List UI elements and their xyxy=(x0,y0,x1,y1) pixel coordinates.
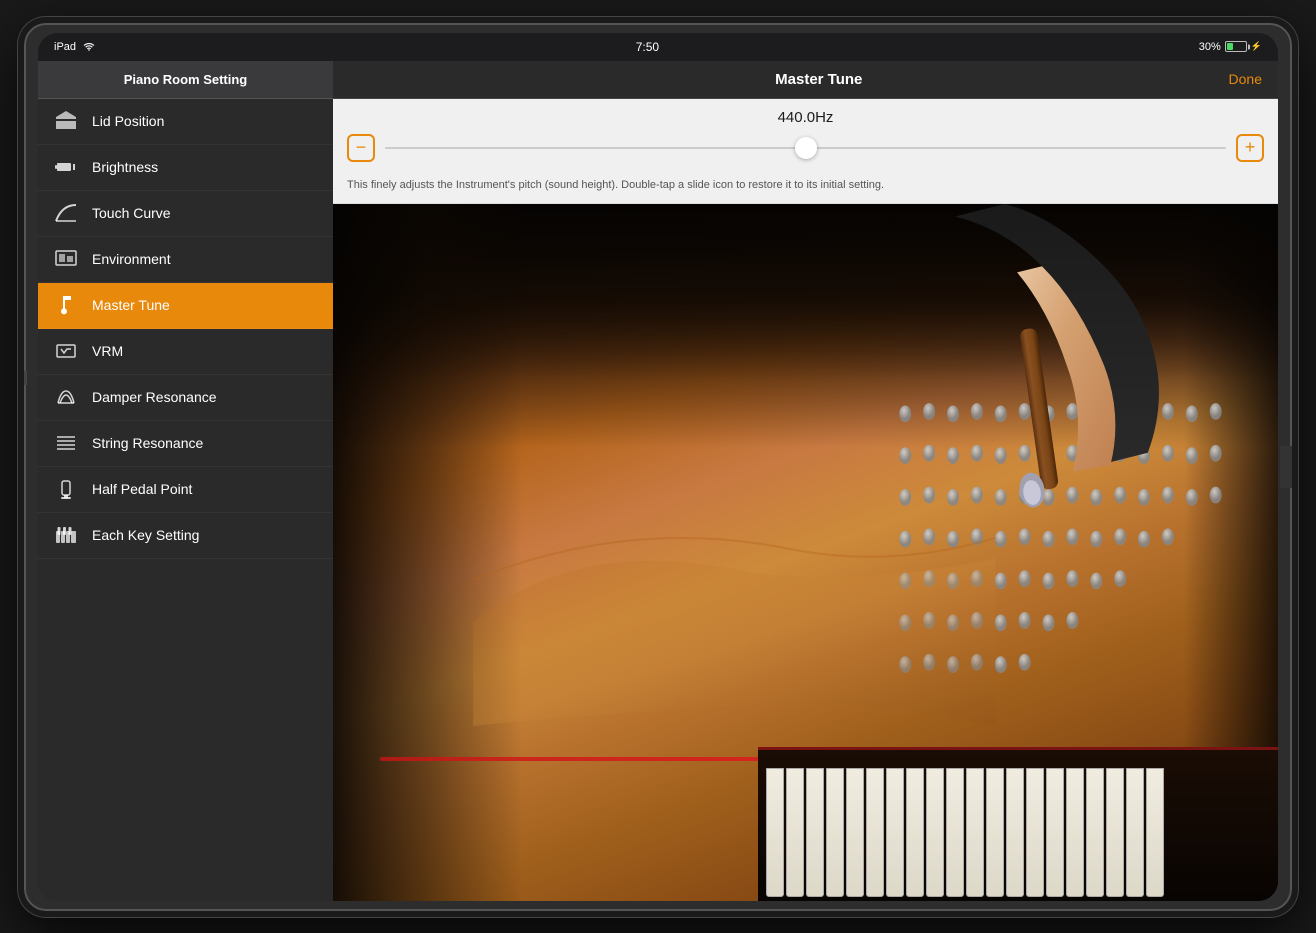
sidebar-item-damper-resonance[interactable]: Damper Resonance xyxy=(38,375,333,421)
status-bar: iPad 7:50 30% ⚡ xyxy=(38,33,1278,61)
battery-icon xyxy=(1225,41,1247,52)
white-key xyxy=(1066,768,1084,897)
master-tune-label: Master Tune xyxy=(92,297,170,313)
white-key xyxy=(986,768,1004,897)
sidebar-item-master-tune[interactable]: Master Tune xyxy=(38,283,333,329)
white-key xyxy=(946,768,964,897)
white-key xyxy=(806,768,824,897)
string-resonance-icon xyxy=(54,431,78,455)
white-key xyxy=(906,768,924,897)
white-key xyxy=(1086,768,1104,897)
white-key xyxy=(766,768,784,897)
sidebar: Piano Room Setting Lid Position xyxy=(38,61,333,901)
white-key xyxy=(846,768,864,897)
environment-label: Environment xyxy=(92,251,171,267)
white-key xyxy=(866,768,884,897)
white-key xyxy=(1106,768,1124,897)
slider-container[interactable] xyxy=(385,138,1226,158)
each-key-setting-icon xyxy=(54,523,78,547)
main-content: Master Tune Done 440.0Hz − + xyxy=(333,61,1278,901)
status-right: 30% ⚡ xyxy=(1199,41,1262,53)
status-left: iPad xyxy=(54,41,96,53)
sidebar-item-vrm[interactable]: VRM xyxy=(38,329,333,375)
status-time: 7:50 xyxy=(636,40,659,54)
piano-keys-container xyxy=(766,750,1164,900)
lid-position-label: Lid Position xyxy=(92,113,164,129)
minus-button[interactable]: − xyxy=(347,134,375,162)
hand-svg xyxy=(853,204,1231,552)
piano-background xyxy=(333,204,1278,901)
side-button[interactable] xyxy=(22,371,27,385)
brightness-icon xyxy=(54,155,78,179)
damper-resonance-icon xyxy=(54,385,78,409)
top-bar: Master Tune Done xyxy=(333,61,1278,99)
plus-button[interactable]: + xyxy=(1236,134,1264,162)
main-title: Master Tune xyxy=(409,71,1229,88)
ipad-screen: iPad 7:50 30% ⚡ Piano Room Setting xyxy=(38,33,1278,901)
white-key xyxy=(966,768,984,897)
touch-curve-icon xyxy=(54,201,78,225)
white-key xyxy=(1026,768,1044,897)
damper-resonance-label: Damper Resonance xyxy=(92,389,217,405)
piano-image-area xyxy=(333,204,1278,901)
ipad-frame: iPad 7:50 30% ⚡ Piano Room Setting xyxy=(18,17,1298,917)
sidebar-item-each-key-setting[interactable]: Each Key Setting xyxy=(38,513,333,559)
tune-value-label: 440.0Hz xyxy=(347,109,1264,126)
app-container: Piano Room Setting Lid Position xyxy=(38,61,1278,901)
half-pedal-point-label: Half Pedal Point xyxy=(92,481,192,497)
tune-area: 440.0Hz − + xyxy=(333,99,1278,172)
environment-icon xyxy=(54,247,78,271)
white-key xyxy=(1046,768,1064,897)
home-button[interactable] xyxy=(1280,446,1294,488)
white-key xyxy=(786,768,804,897)
sidebar-item-string-resonance[interactable]: String Resonance xyxy=(38,421,333,467)
sidebar-title: Piano Room Setting xyxy=(124,72,248,87)
wifi-icon xyxy=(82,42,96,52)
sidebar-item-lid-position[interactable]: Lid Position xyxy=(38,99,333,145)
slider-row: − + xyxy=(347,134,1264,162)
master-tune-icon xyxy=(54,293,78,317)
white-key xyxy=(1146,768,1164,897)
brightness-label: Brightness xyxy=(92,159,158,175)
white-key xyxy=(886,768,904,897)
vrm-icon xyxy=(54,339,78,363)
battery-fill xyxy=(1227,43,1233,50)
white-key xyxy=(926,768,944,897)
piano-keys xyxy=(758,747,1278,900)
white-key xyxy=(1126,768,1144,897)
lid-position-icon xyxy=(54,109,78,133)
battery-percent-label: 30% xyxy=(1199,41,1221,53)
white-key xyxy=(826,768,844,897)
white-key xyxy=(1006,768,1024,897)
sidebar-item-touch-curve[interactable]: Touch Curve xyxy=(38,191,333,237)
sidebar-item-half-pedal-point[interactable]: Half Pedal Point xyxy=(38,467,333,513)
slider-track xyxy=(385,147,1226,149)
half-pedal-point-icon xyxy=(54,477,78,501)
device-name-label: iPad xyxy=(54,41,76,53)
sidebar-item-brightness[interactable]: Brightness xyxy=(38,145,333,191)
done-button[interactable]: Done xyxy=(1229,71,1262,87)
vrm-label: VRM xyxy=(92,343,123,359)
each-key-setting-label: Each Key Setting xyxy=(92,527,199,543)
touch-curve-label: Touch Curve xyxy=(92,205,171,221)
hand-area xyxy=(853,204,1231,552)
sidebar-item-environment[interactable]: Environment xyxy=(38,237,333,283)
string-resonance-label: String Resonance xyxy=(92,435,203,451)
sidebar-header: Piano Room Setting xyxy=(38,61,333,99)
charging-icon: ⚡ xyxy=(1251,41,1262,52)
slider-thumb[interactable] xyxy=(795,137,817,159)
tune-description: This finely adjusts the Instrument's pit… xyxy=(333,172,1278,204)
